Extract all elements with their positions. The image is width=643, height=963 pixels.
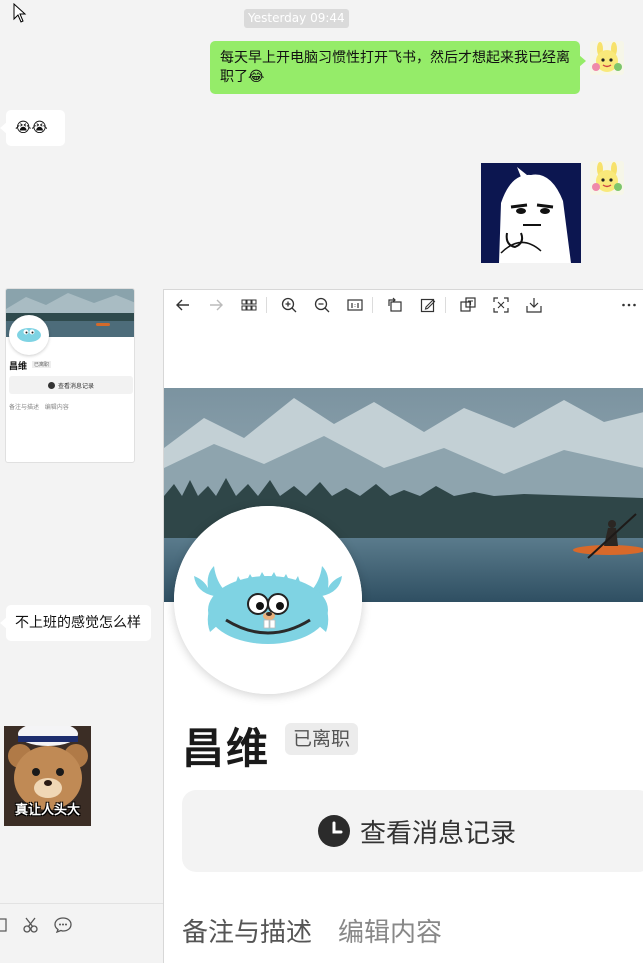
actual-size-button[interactable]	[344, 294, 366, 316]
profile-avatar[interactable]	[174, 506, 362, 694]
zoom-in-button[interactable]	[278, 294, 300, 316]
scan-button[interactable]	[490, 294, 512, 316]
panda-meme-icon	[481, 163, 581, 263]
my-avatar[interactable]	[590, 41, 624, 75]
incoming-question-bubble[interactable]: 不上班的感觉怎么样	[0, 605, 151, 641]
extract-text-icon	[460, 297, 476, 312]
laughing-crying-emoji-icon: 😂	[248, 69, 265, 85]
thumbnail-tabs: 备注与描述 编辑内容	[9, 402, 69, 411]
grid-view-button[interactable]	[238, 294, 260, 316]
tab-edit-content[interactable]: 编辑内容	[338, 918, 442, 948]
gopher-crab-avatar-icon	[174, 506, 362, 694]
forward-icon	[210, 299, 223, 311]
mouse-cursor-icon	[13, 3, 27, 23]
thumbnail-button: 查看消息记录	[9, 376, 133, 394]
bunny-avatar-icon	[590, 41, 624, 75]
image-viewer-window: 昌维 已离职 查看消息记录 备注与描述 编辑内容	[163, 289, 643, 963]
tab-notes-description[interactable]: 备注与描述	[182, 918, 312, 948]
chat-input-toolbar	[0, 903, 163, 963]
edit-button[interactable]	[417, 294, 439, 316]
more-icon	[622, 303, 636, 307]
thumbnail-tab-edit: 编辑内容	[44, 404, 69, 411]
grid-icon	[241, 299, 257, 311]
gopher-avatar-icon	[17, 328, 41, 342]
download-button[interactable]	[523, 294, 545, 316]
thumbnail-tab-notes: 备注与描述	[9, 404, 40, 411]
bear-meme-sticker[interactable]: 真让人头大	[4, 726, 91, 826]
thumbnail-button-label: 查看消息记录	[57, 382, 94, 390]
scan-icon	[493, 297, 509, 313]
thumbnail-avatar	[9, 315, 49, 355]
toolbar-divider	[266, 297, 267, 313]
rotate-button[interactable]	[384, 294, 406, 316]
toolbar-divider	[372, 297, 373, 313]
zoom-out-button[interactable]	[311, 294, 333, 316]
zoom-out-icon	[314, 297, 330, 313]
view-message-history-button[interactable]: 查看消息记录	[182, 790, 643, 872]
viewer-toolbar	[164, 290, 643, 320]
crying-emoji: 😭😭	[15, 120, 48, 136]
panda-meme-sticker[interactable]	[481, 163, 581, 263]
sticker-caption: 真让人头大	[14, 803, 80, 818]
incoming-question-text: 不上班的感觉怎么样	[15, 615, 141, 631]
rotate-icon	[388, 297, 402, 312]
profile-screenshot-thumbnail[interactable]: 昌维 已离职 查看消息记录 备注与描述 编辑内容	[5, 288, 135, 463]
profile-tabs: 备注与描述 编辑内容	[182, 912, 468, 949]
clock-icon	[317, 815, 350, 847]
toolbar-divider	[445, 297, 446, 313]
clock-icon	[47, 381, 55, 389]
profile-name: 昌维	[182, 724, 271, 773]
thumbnail-tag: 已离职	[32, 361, 52, 368]
bunny-avatar-icon	[590, 161, 624, 195]
view-message-history-label: 查看消息记录	[359, 818, 516, 849]
extract-text-button[interactable]	[457, 294, 479, 316]
zoom-in-icon	[281, 297, 297, 313]
status-badge: 已离职	[285, 723, 359, 755]
message-timestamp: Yesterday 09:44	[244, 9, 349, 28]
download-icon	[526, 298, 542, 313]
back-button[interactable]	[172, 294, 194, 316]
incoming-emoji-bubble[interactable]: 😭😭	[0, 110, 65, 146]
more-button[interactable]	[618, 294, 640, 316]
back-icon	[176, 299, 189, 311]
folder-icon[interactable]	[0, 918, 8, 932]
outgoing-message-text: 每天早上开电脑习惯性打开飞书，然后才想起来我已经离职了	[220, 50, 570, 85]
outgoing-message-bubble[interactable]: 每天早上开电脑习惯性打开飞书，然后才想起来我已经离职了😂	[210, 41, 586, 94]
scissors-icon[interactable]	[22, 916, 40, 934]
forward-button[interactable]	[205, 294, 227, 316]
chat-bubble-icon[interactable]	[54, 916, 72, 934]
actual-size-icon	[347, 299, 363, 311]
edit-icon	[420, 298, 436, 313]
thumbnail-name: 昌维	[9, 362, 28, 372]
my-avatar-2[interactable]	[590, 161, 624, 195]
